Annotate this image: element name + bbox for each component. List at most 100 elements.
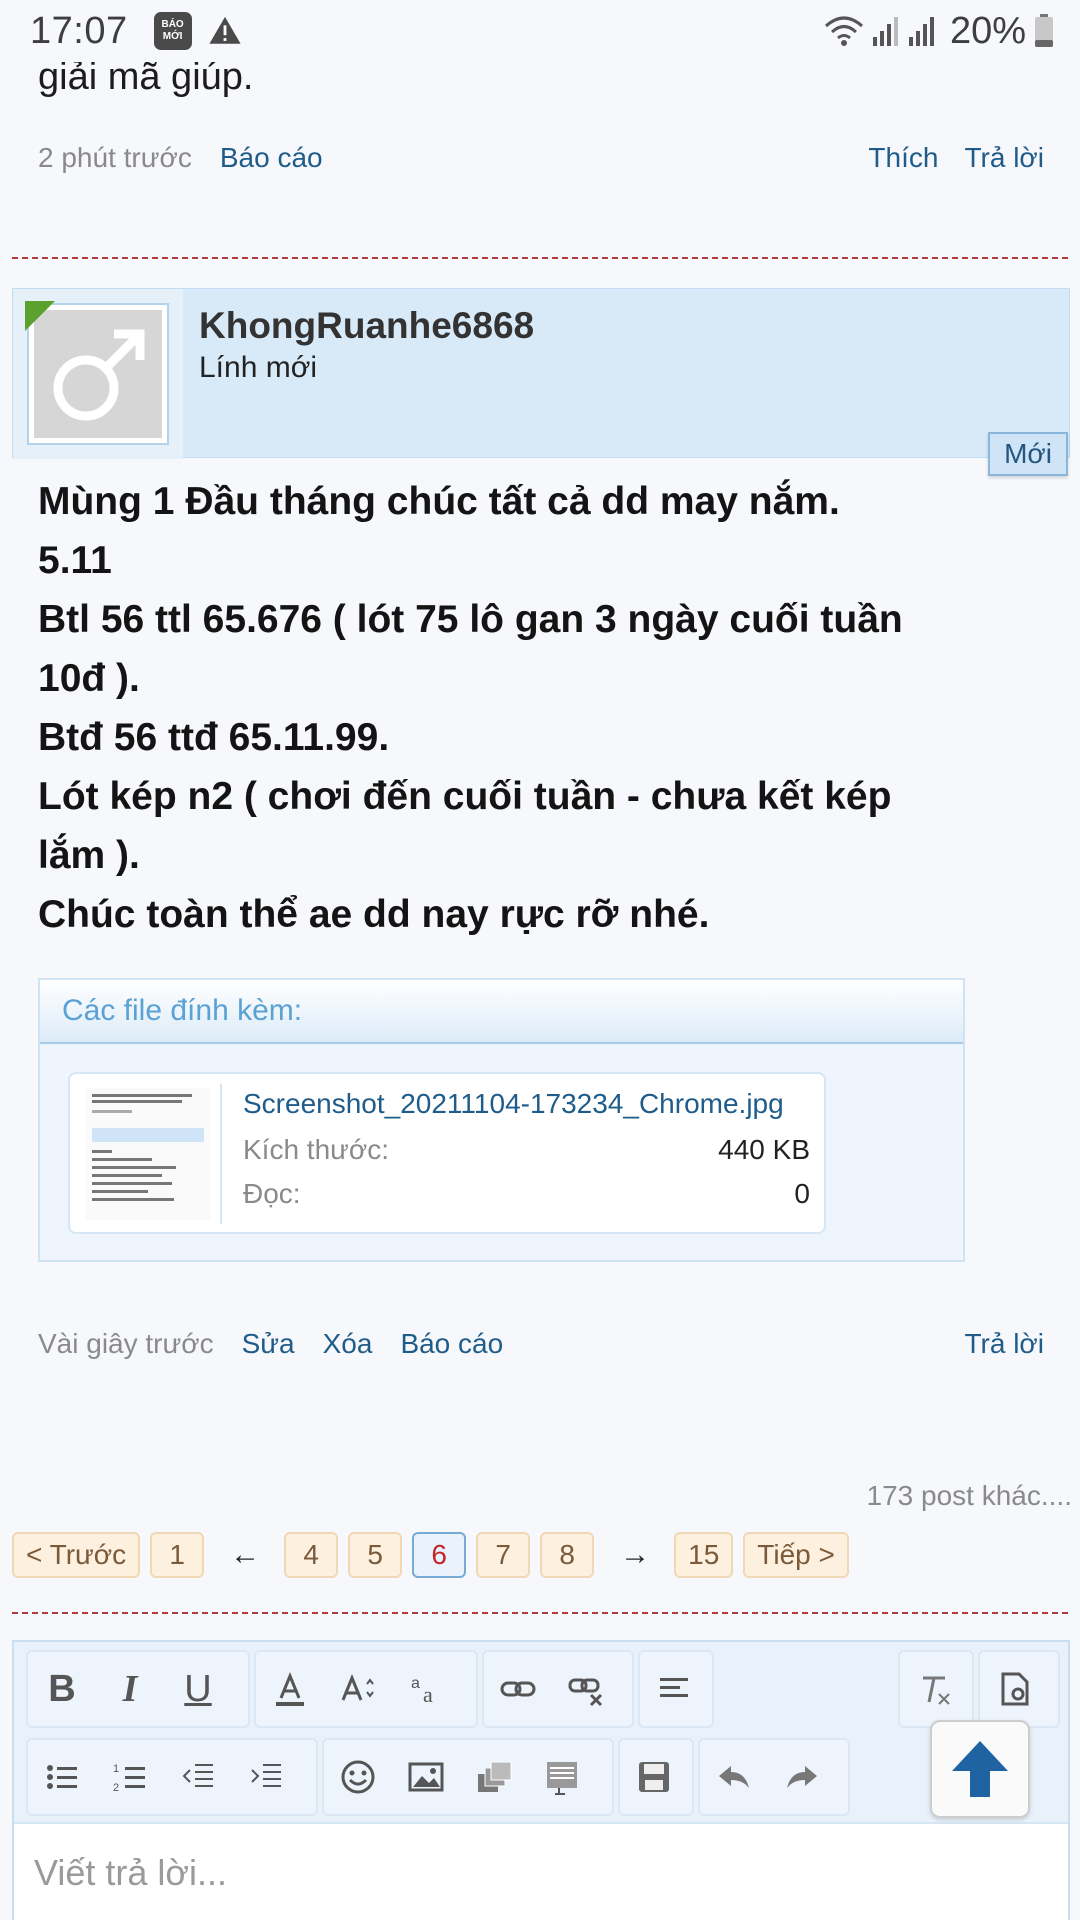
font-family-icon: aa — [411, 1675, 433, 1707]
attachment-views-value: 0 — [794, 1178, 810, 1209]
author-name[interactable]: KhongRuanhe6868 — [199, 305, 534, 347]
outdent-button[interactable] — [164, 1742, 232, 1812]
source-code-icon — [1001, 1672, 1029, 1706]
font-family-button[interactable]: aa — [392, 1654, 460, 1724]
message-line: Chúc toàn thể ae dd nay rực rỡ nhé. — [38, 893, 710, 936]
battery-icon — [1035, 14, 1053, 47]
app-icon-text-bottom: MỚI — [162, 31, 183, 42]
previous-reply-link[interactable]: Trả lời — [964, 142, 1044, 174]
svg-text:2: 2 — [113, 1782, 119, 1794]
previous-post-text: giải mã giúp. — [38, 56, 254, 98]
prev-page-button[interactable]: < Trước — [12, 1532, 141, 1578]
align-button[interactable] — [640, 1654, 708, 1724]
link-group — [482, 1650, 634, 1728]
previous-report-link[interactable]: Báo cáo — [220, 142, 323, 174]
author-rank: Lính mới — [199, 351, 318, 384]
attachment-views-row: Đọc: 0 — [243, 1178, 810, 1210]
current-page-button[interactable]: 6 — [412, 1532, 467, 1578]
undo-icon — [719, 1766, 749, 1788]
post-right-actions: Trả lời — [938, 1328, 1044, 1360]
underline-label: U — [184, 1667, 212, 1710]
page-button[interactable]: 7 — [476, 1532, 531, 1578]
previous-post-time: 2 phút trước — [38, 142, 192, 173]
page-button[interactable]: 8 — [540, 1532, 595, 1578]
status-bar: 17:07 BÁO MỚI 20% — [0, 0, 1080, 62]
author-header: KhongRuanhe6868 Lính mới — [12, 288, 1070, 459]
page-button[interactable]: 4 — [284, 1532, 339, 1578]
bullet-list-button[interactable] — [28, 1742, 96, 1812]
like-link[interactable]: Thích — [868, 142, 938, 174]
font-group: aa — [254, 1650, 478, 1728]
edit-link[interactable]: Sửa — [242, 1328, 295, 1360]
remove-link-button[interactable] — [552, 1654, 620, 1724]
scroll-to-top-button[interactable] — [930, 1720, 1030, 1818]
redo-button[interactable] — [768, 1742, 836, 1812]
attachment-size-label: Kích thước: — [243, 1134, 390, 1165]
reply-input[interactable]: Viết trả lời... — [14, 1822, 1068, 1920]
page-jump-right-arrow[interactable]: → — [620, 1538, 650, 1572]
italic-button[interactable]: I — [96, 1654, 164, 1724]
thumbnail-preview — [86, 1088, 210, 1220]
svg-text:a: a — [411, 1675, 420, 1692]
quote-block-icon — [547, 1762, 577, 1795]
online-indicator — [25, 301, 55, 331]
remove-format-button[interactable] — [900, 1654, 968, 1724]
arrow-up-icon — [952, 1741, 1008, 1797]
message-line: 5.11 — [38, 539, 112, 582]
reply-link[interactable]: Trả lời — [964, 1328, 1044, 1360]
app-icon-text-top: BÁO — [161, 19, 184, 30]
previous-post-meta: 2 phút trước Báo cáo Thích Trả lời — [38, 142, 1044, 174]
insert-image-button[interactable] — [392, 1742, 460, 1812]
attachments-panel: Các file đính kèm: Screenshot_20211104-1… — [38, 978, 965, 1262]
toggle-source-button[interactable] — [980, 1654, 1048, 1724]
message-line: Mùng 1 Đầu tháng chúc tất cả dd may nắm. — [38, 480, 840, 523]
page-jump-left-arrow[interactable]: ← — [230, 1538, 260, 1572]
underline-button[interactable]: U — [164, 1654, 232, 1724]
redo-icon — [787, 1766, 817, 1788]
new-post-badge: Mới — [988, 432, 1068, 476]
message-line: 10đ ). — [38, 657, 140, 700]
insert-media-button[interactable] — [460, 1742, 528, 1812]
link-icon — [500, 1681, 536, 1697]
font-color-button[interactable] — [256, 1654, 324, 1724]
indent-icon — [251, 1764, 281, 1787]
attachments-heading: Các file đính kèm: — [40, 980, 963, 1044]
align-group — [638, 1650, 714, 1728]
text-style-group: B I U — [26, 1650, 250, 1728]
undo-button[interactable] — [700, 1742, 768, 1812]
font-size-button[interactable] — [324, 1654, 392, 1724]
smiley-icon — [341, 1760, 375, 1794]
clear-format-group — [898, 1650, 974, 1728]
page-button-last[interactable]: 15 — [674, 1532, 734, 1578]
attachment-file-name[interactable]: Screenshot_20211104-173234_Chrome.jpg — [243, 1088, 784, 1120]
indent-button[interactable] — [232, 1742, 300, 1812]
page-button[interactable]: 5 — [348, 1532, 403, 1578]
attachment-size-row: Kích thước: 440 KB — [243, 1134, 810, 1166]
pagination: < Trước 1 ← 4 5 6 7 8 → 15 Tiếp > — [12, 1532, 859, 1578]
report-link[interactable]: Báo cáo — [400, 1328, 503, 1360]
attachment-thumbnail[interactable] — [82, 1084, 222, 1224]
delete-link[interactable]: Xóa — [323, 1328, 373, 1360]
status-indicators: 20% — [824, 10, 1054, 53]
attachment-item[interactable]: Screenshot_20211104-173234_Chrome.jpg Kí… — [68, 1072, 826, 1234]
media-icon — [478, 1761, 512, 1792]
numbered-list-icon: 12 — [113, 1763, 145, 1794]
insert-quote-button[interactable] — [528, 1742, 596, 1812]
numbered-list-button[interactable]: 12 — [96, 1742, 164, 1812]
insert-link-button[interactable] — [484, 1654, 552, 1724]
next-page-button[interactable]: Tiếp > — [743, 1532, 849, 1578]
post-message: Mùng 1 Đầu tháng chúc tất cả dd may nắm.… — [38, 472, 1038, 944]
smilies-button[interactable] — [324, 1742, 392, 1812]
save-draft-button[interactable] — [620, 1742, 688, 1812]
history-group — [698, 1738, 850, 1816]
page-button-first[interactable]: 1 — [150, 1532, 205, 1578]
bullet-list-icon — [47, 1765, 77, 1789]
message-line: Btđ 56 ttđ 65.11.99. — [38, 716, 390, 759]
editor-separator — [12, 1612, 1068, 1614]
post-actions: Vài giây trước Sửa Xóa Báo cáo Trả lời — [38, 1328, 1044, 1360]
post-separator — [12, 257, 1068, 259]
list-group: 12 — [26, 1738, 318, 1816]
bold-button[interactable]: B — [28, 1654, 96, 1724]
avatar-container — [13, 289, 183, 459]
clear-formatting-icon — [923, 1676, 950, 1705]
